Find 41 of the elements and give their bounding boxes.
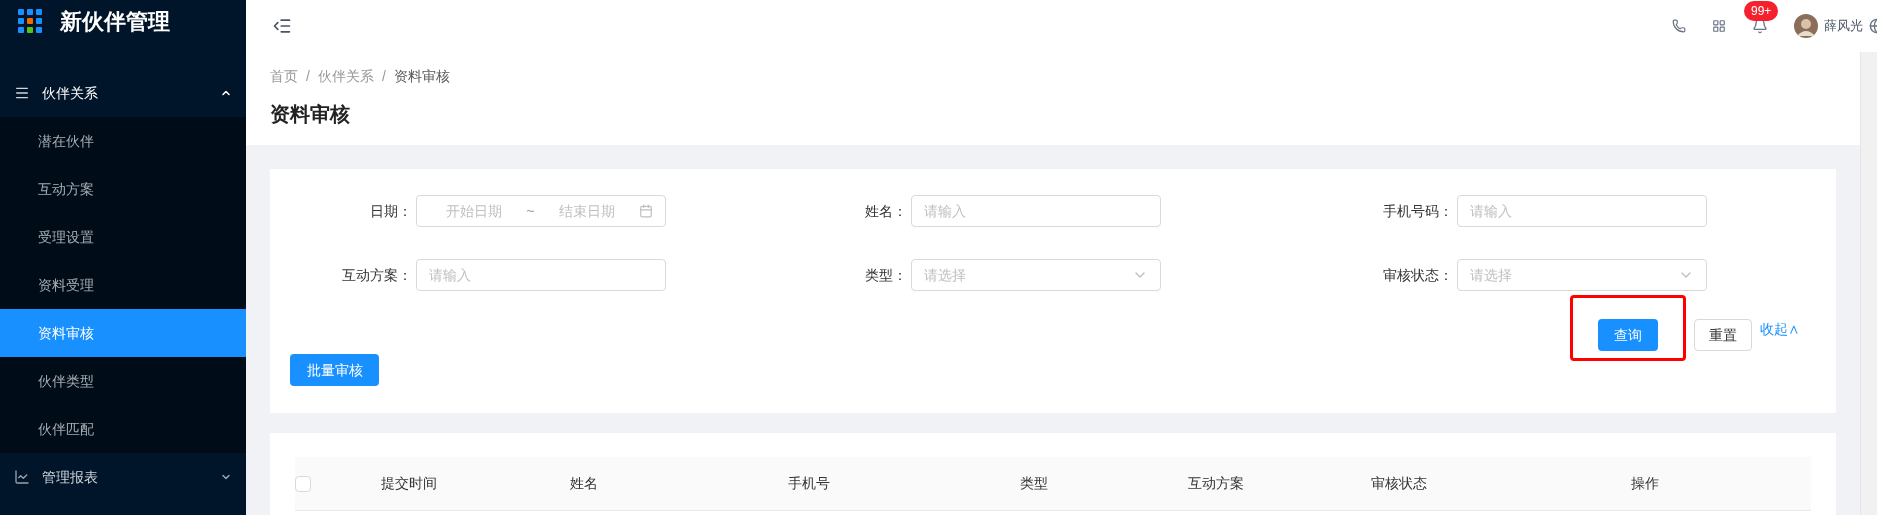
- bell-icon[interactable]: [1752, 18, 1768, 34]
- reset-button[interactable]: 重置: [1694, 319, 1752, 351]
- chart-icon: [14, 469, 30, 485]
- column-header: 类型: [1020, 474, 1048, 493]
- field-label: 日期：: [369, 201, 413, 221]
- checkbox[interactable]: [295, 475, 311, 492]
- sidebar-item[interactable]: 受理设置: [0, 213, 246, 261]
- column-header: 审核状态: [1371, 474, 1427, 493]
- notification-badge: 99+: [1744, 1, 1779, 21]
- column-header: 操作: [1631, 474, 1659, 493]
- column-header: 手机号: [788, 474, 830, 493]
- page-title: 资料审核: [270, 102, 351, 127]
- column-header: 互动方案: [1188, 474, 1244, 493]
- sidebar-item[interactable]: 伙伴匹配: [0, 405, 246, 453]
- menu-group[interactable]: 伙伴关系: [0, 69, 246, 117]
- input-field[interactable]: 请输入: [911, 195, 1161, 227]
- collapse-menu-icon[interactable]: [272, 16, 292, 36]
- input-field[interactable]: 请输入: [1457, 195, 1707, 227]
- calendar-icon: [639, 204, 653, 218]
- field-label: 手机号码：: [1382, 201, 1454, 221]
- sidebar-item[interactable]: 伙伴类型: [0, 357, 246, 405]
- column-header: 提交时间: [381, 474, 437, 493]
- breadcrumb-separator: /: [381, 67, 386, 86]
- breadcrumb-separator: /: [306, 67, 310, 86]
- sidebar-item[interactable]: 互动方案: [0, 165, 246, 213]
- phone-icon[interactable]: [1672, 19, 1686, 33]
- sidebar-item[interactable]: 潜在伙伴: [0, 117, 246, 165]
- menu-icon: [14, 85, 30, 101]
- user-name: 薛风光: [1824, 17, 1863, 36]
- grid-icon[interactable]: [1712, 19, 1726, 33]
- input-field[interactable]: 请输入: [416, 259, 666, 291]
- column-header: 姓名: [570, 474, 598, 493]
- app-title: 新伙伴管理: [60, 7, 170, 36]
- grid-logo-icon: [18, 9, 42, 33]
- field-label: 互动方案：: [341, 265, 413, 285]
- menu-group[interactable]: 管理报表: [0, 453, 246, 501]
- field-label: 审核状态：: [1382, 265, 1454, 285]
- sidebar-item[interactable]: 资料受理: [0, 261, 246, 309]
- field-label: 类型：: [864, 265, 908, 285]
- avatar[interactable]: [1794, 14, 1818, 38]
- field-label: 姓名：: [864, 201, 908, 221]
